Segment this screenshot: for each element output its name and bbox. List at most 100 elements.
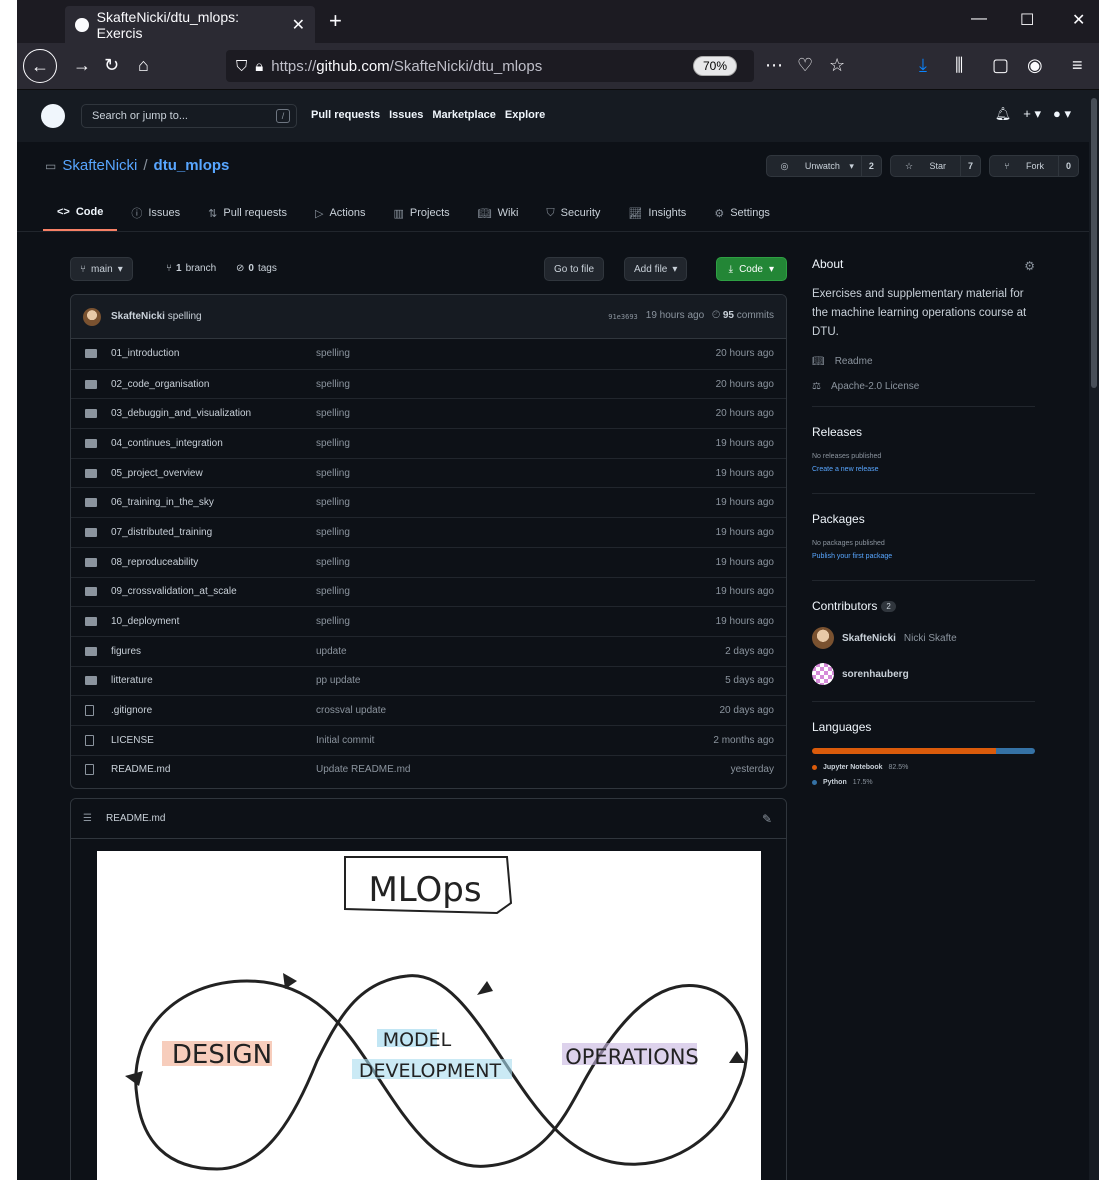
tags-link[interactable]: ⊘ 0 tags (236, 263, 277, 274)
bookmark-star-icon[interactable]: ☆ (829, 55, 845, 76)
file-commit-message[interactable]: spelling (316, 497, 350, 508)
maximize-icon[interactable]: ☐ (1020, 10, 1034, 30)
table-row[interactable]: 06_training_in_the_sky spelling 19 hours a… (71, 487, 786, 517)
repo-owner-link[interactable]: SkafteNicki (62, 157, 137, 174)
contributor-item[interactable]: sorenhauberg (812, 663, 1035, 685)
tab-pull-requests[interactable]: ⇅ Pull requests (194, 202, 301, 231)
file-commit-message[interactable]: spelling (316, 527, 350, 538)
commit-hash[interactable]: 91e3693 (608, 313, 638, 321)
file-commit-message[interactable]: spelling (316, 468, 350, 479)
file-name[interactable]: litterature (111, 675, 153, 686)
table-row[interactable]: LICENSE Initial commit 2 months ago (71, 724, 786, 755)
table-row[interactable]: litterature pp update 5 days ago (71, 665, 786, 696)
minimize-icon[interactable]: — (971, 10, 987, 28)
watch-count[interactable]: 2 (860, 156, 881, 176)
browser-tab[interactable]: SkafteNicki/dtu_mlops: Exercis ✕ (65, 6, 315, 43)
file-commit-message[interactable]: spelling (316, 408, 350, 419)
file-commit-message[interactable]: Initial commit (316, 735, 374, 746)
tab-settings[interactable]: ⚙ Settings (700, 202, 784, 231)
file-name[interactable]: 03_debuggin_and_visualization (111, 408, 251, 419)
file-name[interactable]: README.md (111, 764, 170, 775)
file-name[interactable]: 02_code_organisation (111, 379, 209, 390)
fork-count[interactable]: 0 (1057, 156, 1078, 176)
file-commit-message[interactable]: pp update (316, 675, 361, 686)
file-commit-message[interactable]: spelling (316, 586, 350, 597)
user-avatar-icon[interactable]: ● ▾ (1053, 106, 1071, 122)
file-name[interactable]: LICENSE (111, 735, 154, 746)
back-icon[interactable]: ← (23, 49, 57, 83)
file-name[interactable]: 10_deployment (111, 616, 179, 627)
file-commit-message[interactable]: spelling (316, 348, 350, 359)
watch-button[interactable]: ◎ Unwatch ▾ 2 (765, 155, 882, 177)
scrollbar[interactable] (1089, 90, 1099, 1180)
create-release-link[interactable]: Create a new release (812, 466, 1035, 473)
menu-icon[interactable]: ≡ (1072, 55, 1083, 76)
file-commit-message[interactable]: spelling (316, 557, 350, 568)
tab-security[interactable]: ⛉ Security (532, 202, 614, 231)
table-row[interactable]: .gitignore crossval update 20 days ago (71, 695, 786, 725)
star-count[interactable]: 7 (960, 156, 980, 176)
language-item[interactable]: Python 17.5% (812, 779, 1035, 786)
tab-insights[interactable]: 📈︎ Insights (614, 202, 700, 231)
file-name[interactable]: figures (111, 646, 141, 657)
sidebar-icon[interactable]: ▢ (992, 55, 1009, 76)
table-row[interactable]: 01_introduction spelling 20 hours ago (71, 339, 786, 369)
commit-message[interactable]: spelling (168, 311, 202, 322)
create-new-icon[interactable]: + ▾ (1023, 106, 1041, 122)
tab-projects[interactable]: ▥ Projects (380, 202, 464, 231)
gear-icon[interactable]: ⚙ (1024, 259, 1035, 273)
packages-heading[interactable]: Packages (812, 512, 1035, 526)
table-row[interactable]: 05_project_overview spelling 19 hours ago (71, 457, 786, 488)
home-icon[interactable]: ⌂ (138, 55, 149, 76)
edit-pencil-icon[interactable]: ✎ (762, 812, 772, 826)
close-tab-icon[interactable]: ✕ (292, 15, 305, 35)
file-name[interactable]: .gitignore (111, 705, 152, 716)
go-to-file-button[interactable]: Go to file (544, 257, 605, 281)
table-row[interactable]: 07_distributed_training spelling 19 hours … (71, 517, 786, 547)
zoom-indicator[interactable]: 70% (693, 56, 737, 76)
repo-name-link[interactable]: dtu_mlops (154, 157, 230, 174)
releases-heading[interactable]: Releases (812, 425, 1035, 439)
publish-package-link[interactable]: Publish your first package (812, 553, 1035, 560)
add-file-button[interactable]: Add file ▾ (624, 257, 688, 281)
list-icon[interactable]: ☰ (83, 813, 92, 824)
table-row[interactable]: 08_reproduceability spelling 19 hours ago (71, 546, 786, 577)
file-commit-message[interactable]: update (316, 646, 347, 657)
star-button[interactable]: ☆ Star 7 (889, 155, 982, 177)
commit-author[interactable]: SkafteNicki (111, 311, 165, 322)
file-name[interactable]: 04_continues_integration (111, 438, 223, 449)
page-actions-icon[interactable]: ⋯ (765, 55, 783, 76)
file-name[interactable]: 01_introduction (111, 348, 179, 359)
file-commit-message[interactable]: crossval update (316, 705, 386, 716)
readme-link[interactable]: 📖︎ Readme (812, 356, 1035, 367)
tab-issues[interactable]: ⓘ Issues (117, 202, 194, 231)
branches-link[interactable]: ⑂ 1 branch (166, 263, 216, 274)
table-row[interactable]: 03_debuggin_and_visualization spelling 20 … (71, 398, 786, 428)
tab-wiki[interactable]: 📖︎ Wiki (464, 202, 533, 231)
table-row[interactable]: 02_code_organisation spelling 20 hours ago (71, 368, 786, 399)
notification-bell-icon[interactable]: 🔔︎ (995, 106, 1012, 122)
file-name[interactable]: 09_crossvalidation_at_scale (111, 586, 237, 597)
url-bar[interactable]: ⛉ 🔒︎ https://github.com/SkafteNicki/dtu_… (226, 50, 754, 82)
reload-icon[interactable]: ↻ (104, 55, 119, 76)
nav-issues[interactable]: Issues (389, 109, 423, 121)
nav-pull-requests[interactable]: Pull requests (311, 109, 380, 121)
account-icon[interactable]: ◉ (1027, 55, 1043, 76)
tab-actions[interactable]: ▷ Actions (301, 202, 380, 231)
contributors-heading[interactable]: Contributors 2 (812, 599, 1035, 613)
download-icon[interactable]: ⤓ (919, 55, 927, 76)
file-commit-message[interactable]: spelling (316, 379, 350, 390)
tab-code[interactable]: <> Code (43, 202, 118, 231)
table-row[interactable]: 10_deployment spelling 19 hours ago (71, 606, 786, 636)
code-button[interactable]: ⤓ Code ▾ (715, 257, 787, 281)
table-row[interactable]: figures update 2 days ago (71, 635, 786, 666)
file-commit-message[interactable]: spelling (316, 616, 350, 627)
scrollbar-thumb[interactable] (1091, 98, 1097, 388)
search-input[interactable]: Search or jump to... / (81, 104, 297, 128)
fork-button[interactable]: ⑂ Fork 0 (989, 155, 1079, 177)
nav-marketplace[interactable]: Marketplace (432, 109, 496, 121)
forward-icon[interactable]: → (73, 55, 91, 76)
branch-selector[interactable]: ⑂ main ▾ (70, 257, 133, 281)
file-name[interactable]: 07_distributed_training (111, 527, 212, 538)
close-window-icon[interactable]: ✕ (1072, 10, 1085, 30)
